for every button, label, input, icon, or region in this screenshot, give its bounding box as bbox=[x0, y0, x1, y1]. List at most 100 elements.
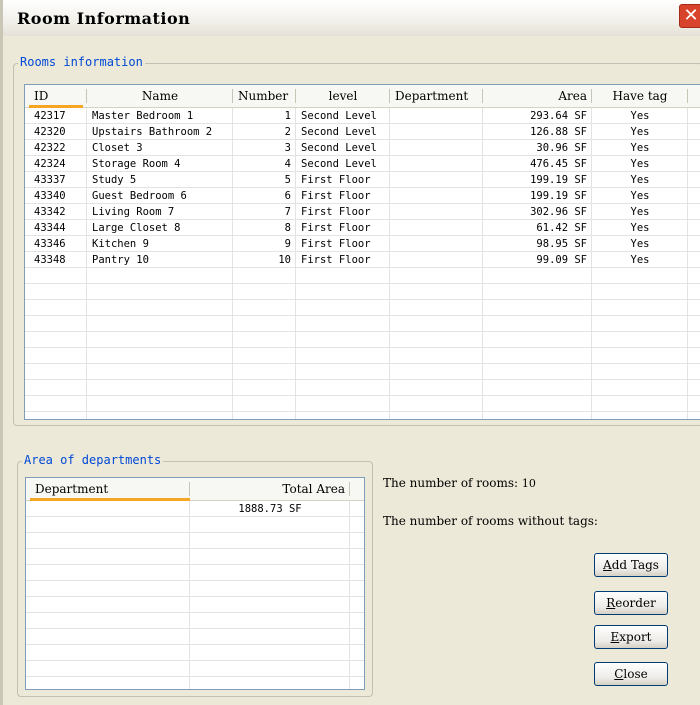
departments-list[interactable]: Department Total Area 1888.73 SF bbox=[25, 477, 365, 690]
room-row[interactable]: 42322 Closet 3 3 Second Level 30.96 SF Yes bbox=[25, 140, 700, 156]
rooms-without-tags: The number of rooms without tags: bbox=[383, 514, 598, 528]
room-cell: 43342 bbox=[34, 206, 66, 218]
add-tags-mnemonic: A bbox=[603, 558, 612, 572]
close-window-button[interactable]: ✕ bbox=[679, 4, 700, 28]
room-cell: 42320 bbox=[34, 126, 66, 138]
close-button[interactable]: Close bbox=[594, 662, 668, 686]
column-divider[interactable] bbox=[349, 482, 350, 496]
grid-row-line bbox=[25, 299, 700, 300]
export-button[interactable]: Export bbox=[594, 625, 668, 649]
room-cell: 8 bbox=[284, 222, 291, 234]
room-cell: Pantry 10 bbox=[92, 254, 149, 266]
room-col-header[interactable]: Name bbox=[87, 85, 233, 107]
room-row[interactable]: 43337 Study 5 5 First Floor 199.19 SF Yes bbox=[25, 172, 700, 188]
room-cell: Study 5 bbox=[92, 174, 137, 186]
room-cell: 199.19 SF bbox=[530, 190, 587, 202]
room-cell: 199.19 SF bbox=[530, 174, 587, 186]
room-cell: Yes bbox=[630, 142, 650, 154]
grid-row-line bbox=[26, 660, 364, 661]
department-row[interactable]: 1888.73 SF bbox=[26, 501, 364, 517]
room-cell: Storage Room 4 bbox=[92, 158, 181, 170]
room-cell: First Floor bbox=[301, 238, 371, 250]
rooms-information-legend: Rooms information bbox=[18, 55, 145, 69]
grid-row-line bbox=[25, 315, 700, 316]
room-cell: First Floor bbox=[301, 222, 371, 234]
room-col-header[interactable]: Number bbox=[233, 85, 296, 107]
room-cell: Guest Bedroom 6 bbox=[92, 190, 187, 202]
grid-row-line bbox=[25, 347, 700, 348]
room-cell: Yes bbox=[630, 206, 650, 218]
room-cell: 42317 bbox=[34, 110, 66, 122]
grid-row-line bbox=[26, 580, 364, 581]
room-cell: 302.96 SF bbox=[530, 206, 587, 218]
export-label: xport bbox=[619, 630, 652, 644]
rooms-count-value: 10 bbox=[521, 477, 536, 490]
grid-row-line bbox=[25, 395, 700, 396]
room-cell: Second Level bbox=[301, 110, 377, 122]
rooms-count: The number of rooms: 10 bbox=[383, 476, 536, 490]
grid-row-line bbox=[25, 363, 700, 364]
room-cell: Closet 3 bbox=[92, 142, 143, 154]
room-col-header[interactable]: Have tag bbox=[592, 85, 688, 107]
departments-list-header: Department Total Area bbox=[26, 478, 364, 501]
room-row[interactable]: 43346 Kitchen 9 9 First Floor 98.95 SF Yes bbox=[25, 236, 700, 252]
reorder-button[interactable]: Reorder bbox=[594, 591, 668, 615]
room-information-window: Room Information ✕ Rooms information ID N… bbox=[0, 0, 700, 705]
room-cell bbox=[390, 204, 483, 220]
department-col-header[interactable]: Department bbox=[30, 478, 190, 500]
grid-row-line bbox=[26, 628, 364, 629]
room-cell: Large Closet 8 bbox=[92, 222, 181, 234]
grid-row-line bbox=[26, 676, 364, 677]
department-cell bbox=[30, 501, 190, 517]
room-cell: 293.64 SF bbox=[530, 110, 587, 122]
room-cell: Yes bbox=[630, 174, 650, 186]
room-cell: 7 bbox=[284, 206, 291, 218]
department-cell: 1888.73 SF bbox=[238, 503, 302, 515]
room-cell: 30.96 SF bbox=[536, 142, 587, 154]
room-cell: 43340 bbox=[34, 190, 66, 202]
close-label: lose bbox=[623, 667, 648, 681]
room-cell: Upstairs Bathroom 2 bbox=[92, 126, 213, 138]
window-title: Room Information bbox=[17, 9, 191, 28]
room-cell: 42324 bbox=[34, 158, 66, 170]
room-cell: Yes bbox=[630, 222, 650, 234]
department-col-header[interactable]: Total Area bbox=[190, 478, 350, 500]
room-row[interactable]: 42324 Storage Room 4 4 Second Level 476.45 S… bbox=[25, 156, 700, 172]
grid-row-line bbox=[25, 379, 700, 380]
room-cell: 6 bbox=[284, 190, 291, 202]
rooms-list[interactable]: ID Name Number level Department Area Have tag … bbox=[24, 84, 700, 420]
room-row[interactable]: 43348 Pantry 10 10 First Floor 99.09 SF Yes bbox=[25, 252, 700, 268]
room-cell: Second Level bbox=[301, 126, 377, 138]
room-col-header[interactable]: Area bbox=[483, 85, 592, 107]
room-cell bbox=[390, 108, 483, 124]
room-cell: 43346 bbox=[34, 238, 66, 250]
room-cell bbox=[390, 252, 483, 268]
export-mnemonic: E bbox=[610, 630, 620, 644]
room-cell: 2 bbox=[284, 126, 291, 138]
grid-row-line bbox=[25, 331, 700, 332]
room-cell: 3 bbox=[284, 142, 291, 154]
close-icon: ✕ bbox=[683, 5, 699, 26]
room-cell: 43344 bbox=[34, 222, 66, 234]
room-cell bbox=[390, 236, 483, 252]
rooms-list-header: ID Name Number level Department Area Have tag bbox=[25, 85, 700, 108]
grid-row-line bbox=[26, 532, 364, 533]
column-divider[interactable] bbox=[687, 89, 688, 103]
room-cell: First Floor bbox=[301, 190, 371, 202]
room-row[interactable]: 42317 Master Bedroom 1 1 Second Level 293.64… bbox=[25, 108, 700, 124]
add-tags-button[interactable]: Add Tags bbox=[594, 553, 668, 577]
room-col-header[interactable]: Department bbox=[390, 85, 483, 107]
room-row[interactable]: 43340 Guest Bedroom 6 6 First Floor 199.19 S… bbox=[25, 188, 700, 204]
room-row[interactable]: 43344 Large Closet 8 8 First Floor 61.42 SF Y… bbox=[25, 220, 700, 236]
grid-row-line bbox=[25, 411, 700, 412]
title-bar[interactable]: Room Information ✕ bbox=[3, 0, 700, 36]
room-cell: 99.09 SF bbox=[536, 254, 587, 266]
room-row[interactable]: 42320 Upstairs Bathroom 2 2 Second Level 126… bbox=[25, 124, 700, 140]
room-row[interactable]: 43342 Living Room 7 7 First Floor 302.96 SF Y… bbox=[25, 204, 700, 220]
room-cell: 98.95 SF bbox=[536, 238, 587, 250]
grid-row-line bbox=[26, 644, 364, 645]
grid-row-line bbox=[26, 548, 364, 549]
room-col-header[interactable]: level bbox=[296, 85, 390, 107]
room-cell: 42322 bbox=[34, 142, 66, 154]
room-col-header[interactable]: ID bbox=[29, 85, 87, 107]
